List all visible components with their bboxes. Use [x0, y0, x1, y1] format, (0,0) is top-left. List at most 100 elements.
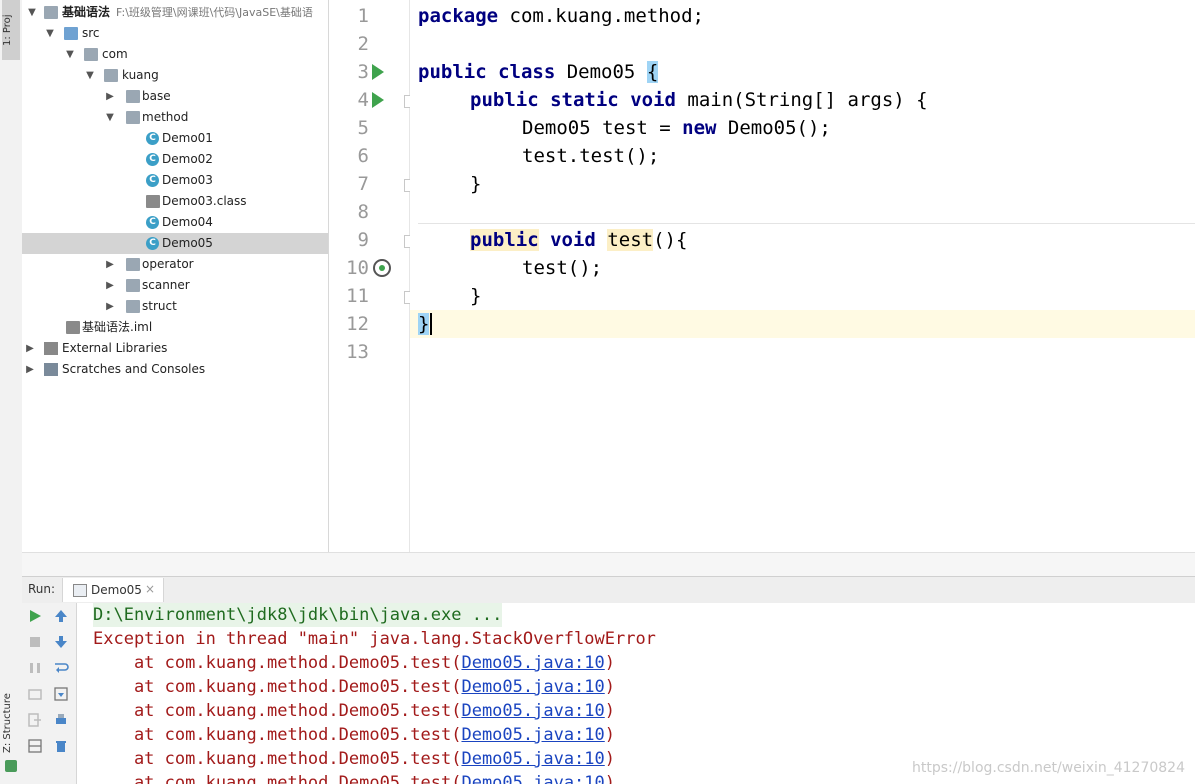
chevron-right-icon[interactable]: ▶: [24, 338, 36, 359]
source-link[interactable]: Demo05.java:10: [461, 653, 604, 673]
tree-row-scratches[interactable]: ▶ Scratches and Consoles: [22, 359, 328, 380]
line-number: 5: [357, 117, 369, 139]
left-tool-strip: 1: Proj Z: Structure: [0, 0, 23, 784]
run-console[interactable]: D:\Environment\jdk8\jdk\bin\java.exe ...…: [77, 603, 1195, 784]
pause-icon[interactable]: [27, 660, 43, 676]
chevron-right-icon[interactable]: ▶: [24, 359, 36, 380]
module-folder-icon: [44, 6, 58, 19]
tree-row-operator[interactable]: ▶ operator: [22, 254, 328, 275]
run-config-icon: [73, 584, 87, 597]
tree-row-module[interactable]: ▼ 基础语法 F:\班级管理\网课班\代码\JavaSE\基础语: [22, 2, 328, 23]
tree-row-com[interactable]: ▼ com: [22, 44, 328, 65]
chevron-down-icon[interactable]: ▼: [64, 44, 76, 65]
tree-row-struct[interactable]: ▶ struct: [22, 296, 328, 317]
line-number: 3: [357, 61, 369, 83]
tree-label: Demo03.class: [162, 194, 247, 208]
print-icon[interactable]: [53, 712, 69, 728]
tree-row-src[interactable]: ▼ src: [22, 23, 328, 44]
chevron-right-icon[interactable]: ▶: [104, 254, 116, 275]
tree-row-base[interactable]: ▶ base: [22, 86, 328, 107]
source-link[interactable]: Demo05.java:10: [461, 725, 604, 745]
run-class-icon[interactable]: [372, 64, 384, 80]
stack-trace-line: at com.kuang.method.Demo05.test(Demo05.j…: [93, 725, 616, 745]
tree-label: operator: [142, 257, 194, 271]
soft-wrap-icon[interactable]: [53, 660, 69, 676]
down-arrow-icon[interactable]: [53, 634, 69, 650]
line-number: 10: [346, 257, 369, 279]
tree-label: kuang: [122, 68, 159, 82]
code-line-1: package com.kuang.method;: [418, 5, 704, 27]
line-number: 13: [346, 341, 369, 363]
tree-row-iml[interactable]: 基础语法.iml: [22, 317, 328, 338]
recursive-call-icon[interactable]: [373, 259, 391, 277]
code-line-12: }: [418, 313, 430, 335]
project-tool-tab[interactable]: 1: Proj: [2, 0, 20, 60]
tree-label: base: [142, 89, 171, 103]
java-class-icon: C: [146, 153, 159, 166]
tree-row-demo02[interactable]: C Demo02: [22, 149, 328, 170]
stack-trace-line: at com.kuang.method.Demo05.test(Demo05.j…: [93, 653, 616, 673]
source-folder-icon: [64, 27, 78, 40]
package-icon: [126, 300, 140, 313]
rerun-icon[interactable]: [27, 608, 43, 624]
line-number: 12: [346, 313, 369, 335]
chevron-down-icon[interactable]: ▼: [26, 2, 38, 23]
run-tab-label: Demo05: [91, 583, 142, 597]
package-icon: [126, 90, 140, 103]
project-tree: ▼ 基础语法 F:\班级管理\网课班\代码\JavaSE\基础语 ▼ src ▼ …: [22, 0, 329, 576]
code-line-9: public void test(){: [470, 229, 688, 251]
scroll-to-end-icon[interactable]: [53, 686, 69, 702]
tree-label: method: [142, 110, 189, 124]
tree-row-demo03[interactable]: C Demo03: [22, 170, 328, 191]
java-class-icon: C: [146, 237, 159, 250]
line-number: 1: [357, 5, 369, 27]
tree-row-kuang[interactable]: ▼ kuang: [22, 65, 328, 86]
line-number: 11: [346, 285, 369, 307]
source-link[interactable]: Demo05.java:10: [461, 701, 604, 721]
chevron-right-icon[interactable]: ▶: [104, 275, 116, 296]
chevron-down-icon[interactable]: ▼: [44, 23, 56, 44]
chevron-down-icon[interactable]: ▼: [84, 65, 96, 86]
console-command-line: D:\Environment\jdk8\jdk\bin\java.exe ...: [93, 603, 503, 627]
run-main-icon[interactable]: [372, 92, 384, 108]
tree-row-demo01[interactable]: C Demo01: [22, 128, 328, 149]
structure-tool-tab[interactable]: Z: Structure: [2, 692, 20, 754]
tree-label: 基础语法.iml: [82, 320, 153, 334]
up-arrow-icon[interactable]: [53, 608, 69, 624]
tree-row-external-libraries[interactable]: ▶ External Libraries: [22, 338, 328, 359]
tree-label: Demo02: [162, 152, 213, 166]
console-exception-line: Exception in thread "main" java.lang.Sta…: [93, 629, 656, 649]
layout-icon[interactable]: [27, 738, 43, 754]
source-link[interactable]: Demo05.java:10: [461, 773, 604, 784]
watermark: https://blog.csdn.net/weixin_41270824: [911, 760, 1185, 776]
stack-trace-line: at com.kuang.method.Demo05.test(Demo05.j…: [93, 701, 616, 721]
tree-label: Scratches and Consoles: [62, 362, 206, 376]
line-number: 2: [357, 33, 369, 55]
java-class-icon: C: [146, 132, 159, 145]
trash-icon[interactable]: [53, 738, 69, 754]
tree-label: Demo04: [162, 215, 213, 229]
tree-label: Demo01: [162, 131, 213, 145]
code-editor[interactable]: package com.kuang.method; public class D…: [410, 0, 1195, 552]
source-link[interactable]: Demo05.java:10: [461, 749, 604, 769]
tree-row-demo03-class[interactable]: Demo03.class: [22, 191, 328, 212]
run-tab-demo05[interactable]: Demo05 ×: [62, 578, 164, 602]
tree-label: scanner: [142, 278, 190, 292]
tree-row-demo04[interactable]: C Demo04: [22, 212, 328, 233]
close-icon[interactable]: ×: [145, 582, 155, 596]
stop-icon[interactable]: [27, 634, 43, 650]
chevron-down-icon[interactable]: ▼: [104, 107, 116, 128]
chevron-right-icon[interactable]: ▶: [104, 86, 116, 107]
source-link[interactable]: Demo05.java:10: [461, 677, 604, 697]
run-label: Run:: [28, 582, 56, 596]
package-icon: [104, 69, 118, 82]
tree-row-scanner[interactable]: ▶ scanner: [22, 275, 328, 296]
dump-threads-icon[interactable]: [27, 686, 43, 702]
tree-row-demo05[interactable]: C Demo05: [22, 233, 328, 254]
exit-icon[interactable]: [27, 712, 43, 728]
structure-icon[interactable]: [5, 760, 17, 772]
tree-label: Demo03: [162, 173, 213, 187]
text-caret: [430, 313, 432, 335]
tree-row-method[interactable]: ▼ method: [22, 107, 328, 128]
chevron-right-icon[interactable]: ▶: [104, 296, 116, 317]
